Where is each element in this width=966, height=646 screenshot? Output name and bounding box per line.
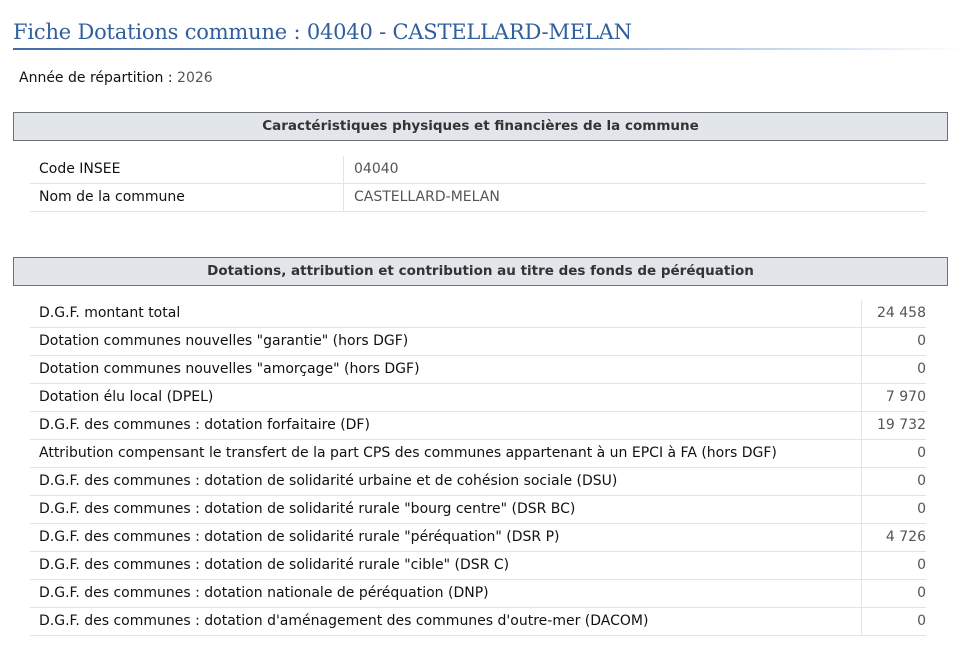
table-row: Dotation élu local (DPEL) 7 970 bbox=[30, 384, 926, 412]
row-amount: 19 732 bbox=[877, 417, 926, 433]
table-row: D.G.F. des communes : dotation de solida… bbox=[30, 496, 926, 524]
year-line: Année de répartition : 2026 bbox=[19, 70, 213, 86]
dotations-table: D.G.F. montant total 24 458 Dotation com… bbox=[30, 300, 926, 636]
row-value: 04040 bbox=[354, 161, 399, 177]
title-divider bbox=[13, 48, 966, 50]
row-label: Dotation communes nouvelles "garantie" (… bbox=[30, 328, 862, 355]
section-header-characteristics: Caractéristiques physiques et financière… bbox=[13, 112, 948, 141]
row-label: D.G.F. montant total bbox=[30, 300, 862, 327]
row-label: Code INSEE bbox=[30, 156, 344, 183]
row-label: D.G.F. des communes : dotation de solida… bbox=[30, 552, 862, 579]
row-label: Dotation élu local (DPEL) bbox=[30, 384, 862, 411]
row-amount: 0 bbox=[917, 585, 926, 601]
row-value: CASTELLARD-MELAN bbox=[354, 189, 500, 205]
row-label: D.G.F. des communes : dotation nationale… bbox=[30, 580, 862, 607]
year-value: 2026 bbox=[177, 70, 213, 86]
row-label: Attribution compensant le transfert de l… bbox=[30, 440, 862, 467]
table-row: D.G.F. des communes : dotation de solida… bbox=[30, 552, 926, 580]
row-amount: 4 726 bbox=[885, 529, 926, 545]
table-row: D.G.F. des communes : dotation forfaitai… bbox=[30, 412, 926, 440]
section-header-dotations: Dotations, attribution et contribution a… bbox=[13, 257, 948, 286]
row-amount: 7 970 bbox=[885, 389, 926, 405]
table-row: D.G.F. montant total 24 458 bbox=[30, 300, 926, 328]
table-row: D.G.F. des communes : dotation de solida… bbox=[30, 524, 926, 552]
row-amount: 24 458 bbox=[877, 305, 926, 321]
table-row: D.G.F. des communes : dotation d'aménage… bbox=[30, 608, 926, 636]
row-amount: 0 bbox=[917, 613, 926, 629]
row-label: D.G.F. des communes : dotation de solida… bbox=[30, 468, 862, 495]
row-label: D.G.F. des communes : dotation de solida… bbox=[30, 496, 862, 523]
table-row: Dotation communes nouvelles "amorçage" (… bbox=[30, 356, 926, 384]
characteristics-table: Code INSEE 04040 Nom de la commune CASTE… bbox=[30, 156, 926, 212]
row-label: Nom de la commune bbox=[30, 184, 344, 211]
row-amount: 0 bbox=[917, 445, 926, 461]
table-row: D.G.F. des communes : dotation nationale… bbox=[30, 580, 926, 608]
row-label: Dotation communes nouvelles "amorçage" (… bbox=[30, 356, 862, 383]
year-label: Année de répartition : bbox=[19, 70, 178, 86]
table-row: Dotation communes nouvelles "garantie" (… bbox=[30, 328, 926, 356]
row-label: D.G.F. des communes : dotation d'aménage… bbox=[30, 608, 862, 635]
row-amount: 0 bbox=[917, 557, 926, 573]
page-title: Fiche Dotations commune : 04040 - CASTEL… bbox=[13, 20, 632, 44]
row-label: D.G.F. des communes : dotation forfaitai… bbox=[30, 412, 862, 439]
table-row: D.G.F. des communes : dotation de solida… bbox=[30, 468, 926, 496]
table-row: Attribution compensant le transfert de l… bbox=[30, 440, 926, 468]
row-amount: 0 bbox=[917, 361, 926, 377]
table-row: Nom de la commune CASTELLARD-MELAN bbox=[30, 184, 926, 212]
row-amount: 0 bbox=[917, 473, 926, 489]
row-amount: 0 bbox=[917, 501, 926, 517]
table-row: Code INSEE 04040 bbox=[30, 156, 926, 184]
row-label: D.G.F. des communes : dotation de solida… bbox=[30, 524, 862, 551]
row-amount: 0 bbox=[917, 333, 926, 349]
